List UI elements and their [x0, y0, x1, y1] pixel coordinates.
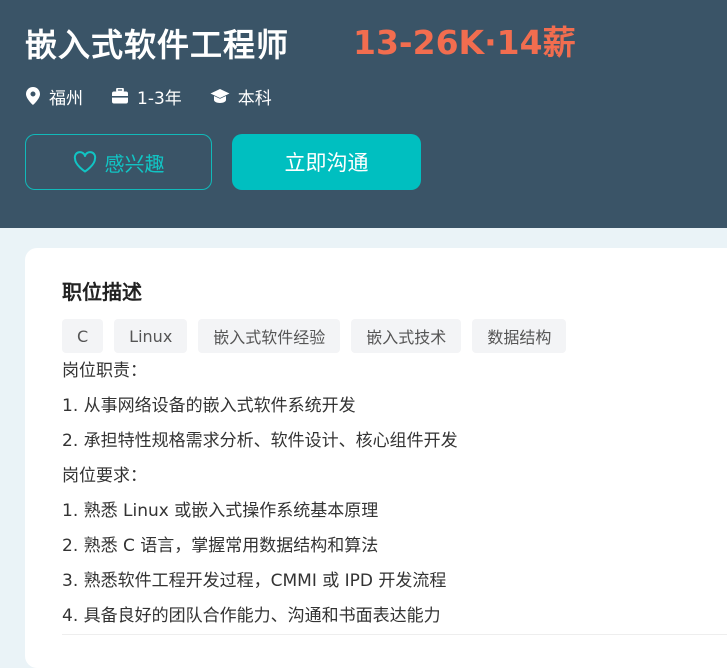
- job-education-text: 本科: [237, 88, 272, 109]
- graduation-cap-icon: [210, 89, 230, 103]
- description-line: 3. 熟悉软件工程开发过程，CMMI 或 IPD 开发流程: [62, 571, 447, 591]
- location-pin-icon: [26, 87, 40, 105]
- job-salary: 13-26K·14薪: [353, 23, 576, 62]
- job-location-text: 福州: [49, 88, 83, 109]
- job-header: 嵌入式软件工程师 13-26K·14薪 福州 1-3年 本科 感兴趣 立即沟通: [0, 0, 727, 228]
- description-line: 1. 熟悉 Linux 或嵌入式操作系统基本原理: [62, 501, 379, 521]
- interest-button-label: 感兴趣: [104, 151, 165, 176]
- description-line: 2. 承担特性规格需求分析、软件设计、核心组件开发: [62, 431, 458, 451]
- job-experience-text: 1-3年: [137, 88, 182, 109]
- skill-tag: 数据结构: [472, 319, 567, 353]
- skill-tag: 嵌入式技术: [351, 319, 462, 353]
- job-meta: 福州 1-3年 本科: [25, 84, 300, 109]
- job-description-card: 职位描述 C Linux 嵌入式软件经验 嵌入式技术 数据结构 岗位职责： 1.…: [25, 248, 727, 668]
- divider: [62, 634, 727, 635]
- chat-now-button-label: 立即沟通: [284, 151, 369, 175]
- description-line: 4. 具备良好的团队合作能力、沟通和书面表达能力: [62, 606, 441, 626]
- skill-tag: Linux: [114, 319, 188, 353]
- job-location: 福州: [25, 84, 83, 109]
- job-description-text: 岗位职责： 1. 从事网络设备的嵌入式软件系统开发 2. 承担特性规格需求分析、…: [62, 358, 458, 638]
- section-title: 职位描述: [62, 280, 142, 304]
- job-experience: 1-3年: [111, 84, 182, 109]
- heart-icon: [73, 151, 96, 173]
- skill-tag: 嵌入式软件经验: [198, 319, 341, 353]
- description-line: 岗位要求：: [62, 466, 147, 486]
- interest-button[interactable]: 感兴趣: [25, 134, 212, 190]
- job-education: 本科: [210, 84, 272, 109]
- skill-tags: C Linux 嵌入式软件经验 嵌入式技术 数据结构: [62, 319, 577, 353]
- description-line: 2. 熟悉 C 语言，掌握常用数据结构和算法: [62, 536, 379, 556]
- job-title: 嵌入式软件工程师: [25, 26, 290, 64]
- description-line: 1. 从事网络设备的嵌入式软件系统开发: [62, 396, 356, 416]
- skill-tag: C: [62, 319, 104, 353]
- description-line: 岗位职责：: [62, 361, 147, 381]
- chat-now-button[interactable]: 立即沟通: [232, 134, 421, 190]
- briefcase-icon: [112, 88, 128, 104]
